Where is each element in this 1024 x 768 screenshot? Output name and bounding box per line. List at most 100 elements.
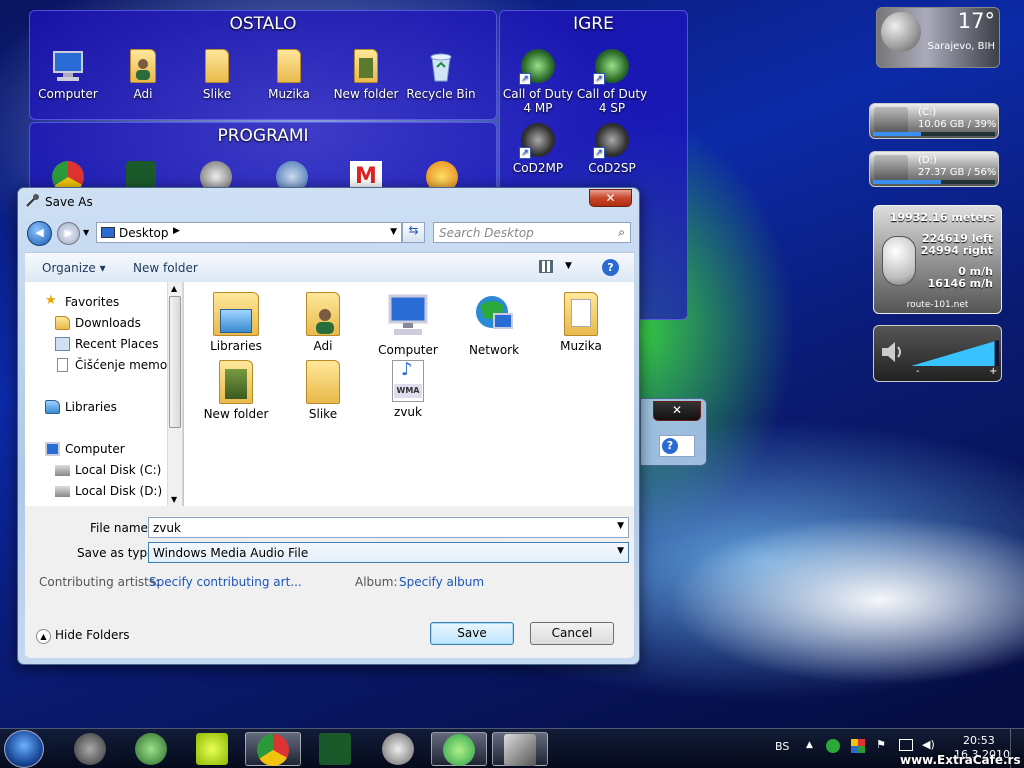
close-button[interactable]: ✕ [653,401,701,421]
computer-icon [45,442,60,456]
artists-link[interactable]: Specify contributing art... [149,575,302,589]
file-item-computer[interactable]: Computer [368,292,448,357]
background-window[interactable]: ✕ ? [640,398,707,466]
nav-local-disk-c[interactable]: Local Disk (C:) [55,463,161,477]
search-icon[interactable]: ⌕ [618,225,625,240]
view-options-icon[interactable] [539,260,553,273]
album-link[interactable]: Specify album [399,575,484,589]
weather-gadget[interactable]: 17° Sarajevo, BIH [876,7,1000,68]
mouse-speed-max: 16146 m/h [927,277,993,290]
help-icon[interactable]: ? [659,435,695,457]
nav-computer[interactable]: Computer [45,442,125,456]
file-item-adi[interactable]: Adi [283,292,363,353]
scroll-down-icon[interactable]: ▼ [171,495,177,504]
address-bar[interactable]: Desktop ▶ ▼ [96,222,402,243]
file-name-dropdown-icon[interactable]: ▼ [617,521,624,531]
view-dropdown-icon[interactable]: ▼ [565,261,572,271]
title-bar[interactable]: Save As ✕ [18,188,639,214]
organize-button[interactable]: Organize ▾ [42,261,106,275]
file-item-libraries[interactable]: Libraries [196,292,276,353]
desktop-icon-computer[interactable]: Computer [30,49,106,101]
back-button[interactable]: ◀ [27,221,52,246]
nav-local-disk-d[interactable]: Local Disk (D:) [55,484,162,498]
close-button[interactable]: ✕ [589,189,632,207]
scroll-up-icon[interactable]: ▲ [171,284,177,293]
volume-gadget[interactable]: - + [873,325,1002,382]
desktop-icon-cod4mp[interactable]: ↗ Call of Duty 4 MP [500,49,576,115]
desktop-icon-cod4sp[interactable]: ↗ Call of Duty 4 SP [574,49,650,115]
volume-minus[interactable]: - [916,366,920,377]
taskbar-app[interactable] [184,732,240,766]
file-item-zvuk[interactable]: ♪ WMA zvuk [368,360,448,419]
file-label: Slike [308,407,338,421]
save-as-type-select[interactable]: Windows Media Audio File ▼ [148,542,629,563]
nav-favorites[interactable]: ★ Favorites [45,293,119,309]
tray-app-icon[interactable] [851,739,865,753]
fence-title: IGRE [573,14,614,34]
address-text[interactable]: Desktop [119,226,169,240]
volume-plus[interactable]: + [989,366,997,377]
nav-recent-places[interactable]: Recent Places [55,337,158,351]
computer-icon [386,292,430,340]
file-item-new-folder[interactable]: New folder [196,360,276,421]
desktop-icon-label: Adi [133,87,153,101]
address-dropdown-icon[interactable]: ▼ [390,227,397,237]
taskbar-cod2[interactable] [62,732,118,766]
save-as-type-value: Windows Media Audio File [153,546,309,560]
save-button[interactable]: Save [430,622,514,645]
action-center-flag-icon[interactable]: ⚑ [876,738,886,751]
file-icon [57,358,68,372]
drive-d-gadget[interactable]: (D:) 27.37 GB / 56% [869,151,999,187]
desktop-icon-recycle-bin[interactable]: Recycle Bin [403,49,479,101]
recent-pages-dropdown[interactable]: ▼ [83,228,89,237]
file-item-network[interactable]: Network [454,292,534,357]
folder-icon [205,49,229,83]
nav-libraries[interactable]: Libraries [45,400,117,414]
file-item-slike[interactable]: Slike [283,360,363,421]
chevron-up-icon: ▲ [36,629,51,644]
hide-folders-button[interactable]: ▲ Hide Folders [36,628,130,644]
file-item-muzika[interactable]: Muzika [541,292,621,353]
refresh-button[interactable]: ⇆ [402,222,425,243]
desktop-icon-cod2sp[interactable]: ↗ CoD2SP [574,123,650,175]
drive-name: (C:) [918,107,937,118]
cancel-button[interactable]: Cancel [530,622,614,645]
file-name-input[interactable]: zvuk ▼ [148,517,629,538]
clock-time[interactable]: 20:53 [963,734,995,747]
tray-show-hidden-icon[interactable]: ▲ [806,740,813,750]
taskbar-app[interactable] [370,732,426,766]
cod4-icon: ↗ [519,49,555,85]
language-indicator[interactable]: BS [775,740,789,753]
folder-icon [219,360,253,404]
desktop-icon-new-folder[interactable]: New folder [328,49,404,101]
taskbar-messenger[interactable] [431,732,487,766]
taskbar-sound-recorder[interactable] [492,732,548,766]
desktop-icon-label: Muzika [268,87,310,101]
nav-ciscenje[interactable]: Čišćenje memori [57,358,175,372]
volume-tray-icon[interactable]: ◀) [922,738,935,751]
breadcrumb-arrow-icon[interactable]: ▶ [173,226,180,236]
save-as-type-dropdown-icon[interactable]: ▼ [617,546,624,556]
nav-scrollbar[interactable]: ▲ ▼ [167,282,182,506]
mouse-meter-gadget[interactable]: 19932.16 meters 224619 left 24994 right … [873,205,1002,314]
desktop-icon-muzika[interactable]: Muzika [251,49,327,101]
start-button[interactable] [4,730,44,768]
new-folder-button[interactable]: New folder [133,261,198,275]
desktop-icon-cod2mp[interactable]: ↗ CoD2MP [500,123,576,175]
taskbar-app[interactable] [307,732,363,766]
scroll-thumb[interactable] [169,296,181,428]
forward-button[interactable]: ▶ [57,222,80,245]
drive-c-gadget[interactable]: (C:) 10.06 GB / 39% [869,103,999,139]
taskbar-chrome[interactable] [245,732,301,766]
utorrent-icon[interactable] [826,739,840,753]
save-as-dialog: Save As ✕ ◀ ▶ ▼ Desktop ▶ ▼ ⇆ Search Des… [17,187,640,665]
nav-downloads[interactable]: Downloads [55,316,141,330]
hard-drive-icon [55,486,70,497]
search-input[interactable]: Search Desktop ⌕ [433,222,631,243]
network-tray-icon[interactable] [899,739,913,751]
hide-folders-label: Hide Folders [55,628,130,642]
help-icon[interactable]: ? [602,259,619,276]
desktop-icon-slike[interactable]: Slike [179,49,255,101]
taskbar-cod4[interactable] [123,732,179,766]
desktop-icon-adi[interactable]: Adi [105,49,181,101]
